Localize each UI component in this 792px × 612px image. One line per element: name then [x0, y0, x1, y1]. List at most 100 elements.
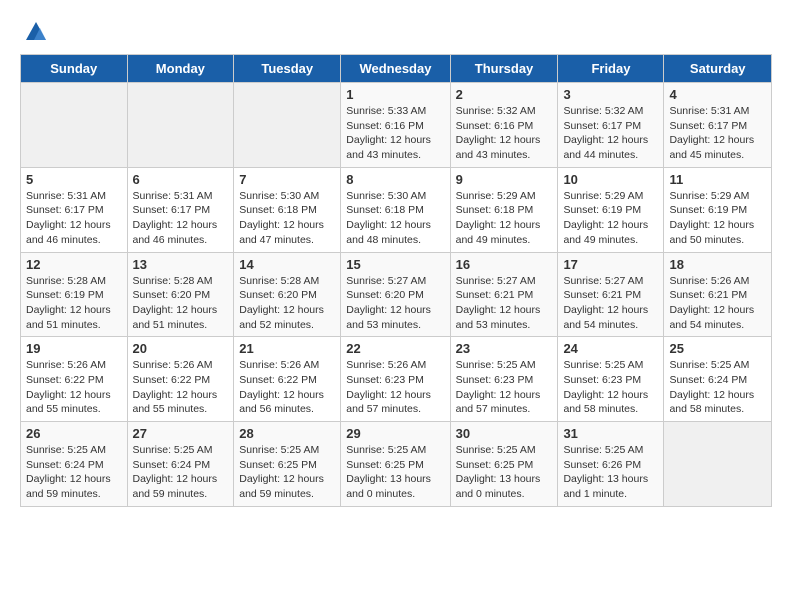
day-info: Sunrise: 5:29 AM Sunset: 6:19 PM Dayligh… [563, 189, 658, 248]
calendar-cell: 29Sunrise: 5:25 AM Sunset: 6:25 PM Dayli… [341, 422, 450, 507]
day-number: 30 [456, 426, 553, 441]
day-number: 26 [26, 426, 122, 441]
day-number: 11 [669, 172, 766, 187]
calendar-cell: 16Sunrise: 5:27 AM Sunset: 6:21 PM Dayli… [450, 252, 558, 337]
calendar-cell: 26 Sunrise: 5:25 AM Sunset: 6:24 PM Dayli… [21, 422, 128, 507]
calendar-cell: 20 Sunrise: 5:26 AM Sunset: 6:22 PM Dayli… [127, 337, 234, 422]
day-number: 20 [133, 341, 229, 356]
calendar-cell: 22 Sunrise: 5:26 AM Sunset: 6:23 PM Dayli… [341, 337, 450, 422]
day-number: 18 [669, 257, 766, 272]
day-number: 6 [133, 172, 229, 187]
day-info: Sunrise: 5:25 AM Sunset: 6:24 PM Dayligh… [133, 443, 229, 502]
day-number: 19 [26, 341, 122, 356]
calendar-cell: 10 Sunrise: 5:29 AM Sunset: 6:19 PM Dayli… [558, 167, 664, 252]
calendar-cell: 30 Sunrise: 5:25 AM Sunset: 6:25 PM Dayli… [450, 422, 558, 507]
calendar-cell: 6 Sunrise: 5:31 AM Sunset: 6:17 PM Daylig… [127, 167, 234, 252]
day-number: 29 [346, 426, 444, 441]
calendar-week-row: 19 Sunrise: 5:26 AM Sunset: 6:22 PM Dayli… [21, 337, 772, 422]
calendar-cell: 9 Sunrise: 5:29 AM Sunset: 6:18 PM Daylig… [450, 167, 558, 252]
day-info: Sunrise: 5:25 AM Sunset: 6:25 PM Dayligh… [239, 443, 335, 502]
day-number: 28 [239, 426, 335, 441]
day-info: Sunrise: 5:29 AM Sunset: 6:19 PM Dayligh… [669, 189, 766, 248]
calendar-header-wednesday: Wednesday [341, 55, 450, 83]
day-number: 4 [669, 87, 766, 102]
day-info: Sunrise: 5:25 AM Sunset: 6:23 PM Dayligh… [563, 358, 658, 417]
day-info: Sunrise: 5:26 AM Sunset: 6:23 PM Dayligh… [346, 358, 444, 417]
day-info: Sunrise: 5:29 AM Sunset: 6:18 PM Dayligh… [456, 189, 553, 248]
calendar-header-thursday: Thursday [450, 55, 558, 83]
day-info: Sunrise: 5:26 AM Sunset: 6:22 PM Dayligh… [239, 358, 335, 417]
day-info: Sunrise: 5:28 AM Sunset: 6:20 PM Dayligh… [239, 274, 335, 333]
day-number: 21 [239, 341, 335, 356]
calendar-cell: 15 Sunrise: 5:27 AM Sunset: 6:20 PM Dayli… [341, 252, 450, 337]
day-number: 31 [563, 426, 658, 441]
day-info: Sunrise: 5:30 AM Sunset: 6:18 PM Dayligh… [239, 189, 335, 248]
calendar-cell: 2 Sunrise: 5:32 AM Sunset: 6:16 PM Daylig… [450, 83, 558, 168]
calendar-cell: 13 Sunrise: 5:28 AM Sunset: 6:20 PM Dayli… [127, 252, 234, 337]
day-info: Sunrise: 5:33 AM Sunset: 6:16 PM Dayligh… [346, 104, 444, 163]
day-info: Sunrise: 5:28 AM Sunset: 6:20 PM Dayligh… [133, 274, 229, 333]
day-number: 2 [456, 87, 553, 102]
day-number: 8 [346, 172, 444, 187]
calendar-cell [21, 83, 128, 168]
day-number: 15 [346, 257, 444, 272]
day-number: 24 [563, 341, 658, 356]
day-info: Sunrise: 5:31 AM Sunset: 6:17 PM Dayligh… [669, 104, 766, 163]
calendar-cell: 23 Sunrise: 5:25 AM Sunset: 6:23 PM Dayli… [450, 337, 558, 422]
day-info: Sunrise: 5:27 AM Sunset: 6:20 PM Dayligh… [346, 274, 444, 333]
calendar-week-row: 5 Sunrise: 5:31 AM Sunset: 6:17 PM Daylig… [21, 167, 772, 252]
calendar-cell: 17Sunrise: 5:27 AM Sunset: 6:21 PM Dayli… [558, 252, 664, 337]
day-info: Sunrise: 5:25 AM Sunset: 6:24 PM Dayligh… [26, 443, 122, 502]
day-number: 22 [346, 341, 444, 356]
logo-icon [24, 20, 48, 44]
day-info: Sunrise: 5:25 AM Sunset: 6:23 PM Dayligh… [456, 358, 553, 417]
day-info: Sunrise: 5:30 AM Sunset: 6:18 PM Dayligh… [346, 189, 444, 248]
calendar-header-row: SundayMondayTuesdayWednesdayThursdayFrid… [21, 55, 772, 83]
calendar-week-row: 1 Sunrise: 5:33 AM Sunset: 6:16 PM Daylig… [21, 83, 772, 168]
logo [20, 20, 48, 44]
calendar-header-friday: Friday [558, 55, 664, 83]
calendar-cell: 21 Sunrise: 5:26 AM Sunset: 6:22 PM Dayli… [234, 337, 341, 422]
day-number: 9 [456, 172, 553, 187]
day-number: 13 [133, 257, 229, 272]
day-info: Sunrise: 5:26 AM Sunset: 6:22 PM Dayligh… [133, 358, 229, 417]
calendar-cell: 14 Sunrise: 5:28 AM Sunset: 6:20 PM Dayli… [234, 252, 341, 337]
calendar-header-saturday: Saturday [664, 55, 772, 83]
day-info: Sunrise: 5:25 AM Sunset: 6:25 PM Dayligh… [456, 443, 553, 502]
day-number: 10 [563, 172, 658, 187]
day-number: 12 [26, 257, 122, 272]
calendar-cell: 12 Sunrise: 5:28 AM Sunset: 6:19 PM Dayli… [21, 252, 128, 337]
day-info: Sunrise: 5:28 AM Sunset: 6:19 PM Dayligh… [26, 274, 122, 333]
day-info: Sunrise: 5:32 AM Sunset: 6:17 PM Dayligh… [563, 104, 658, 163]
calendar-week-row: 12 Sunrise: 5:28 AM Sunset: 6:19 PM Dayli… [21, 252, 772, 337]
day-number: 17 [563, 257, 658, 272]
day-number: 7 [239, 172, 335, 187]
calendar-cell: 11 Sunrise: 5:29 AM Sunset: 6:19 PM Dayli… [664, 167, 772, 252]
day-info: Sunrise: 5:26 AM Sunset: 6:22 PM Dayligh… [26, 358, 122, 417]
calendar-cell: 25Sunrise: 5:25 AM Sunset: 6:24 PM Dayli… [664, 337, 772, 422]
calendar-cell: 19 Sunrise: 5:26 AM Sunset: 6:22 PM Dayli… [21, 337, 128, 422]
day-number: 1 [346, 87, 444, 102]
calendar-cell: 31Sunrise: 5:25 AM Sunset: 6:26 PM Dayli… [558, 422, 664, 507]
day-number: 27 [133, 426, 229, 441]
calendar-table: SundayMondayTuesdayWednesdayThursdayFrid… [20, 54, 772, 507]
day-number: 16 [456, 257, 553, 272]
calendar-cell: 3 Sunrise: 5:32 AM Sunset: 6:17 PM Daylig… [558, 83, 664, 168]
calendar-cell: 1 Sunrise: 5:33 AM Sunset: 6:16 PM Daylig… [341, 83, 450, 168]
calendar-cell: 24 Sunrise: 5:25 AM Sunset: 6:23 PM Dayli… [558, 337, 664, 422]
calendar-cell [664, 422, 772, 507]
day-number: 23 [456, 341, 553, 356]
calendar-header-tuesday: Tuesday [234, 55, 341, 83]
calendar-cell: 8 Sunrise: 5:30 AM Sunset: 6:18 PM Daylig… [341, 167, 450, 252]
day-number: 5 [26, 172, 122, 187]
day-info: Sunrise: 5:31 AM Sunset: 6:17 PM Dayligh… [26, 189, 122, 248]
day-info: Sunrise: 5:31 AM Sunset: 6:17 PM Dayligh… [133, 189, 229, 248]
day-number: 3 [563, 87, 658, 102]
calendar-cell: 5 Sunrise: 5:31 AM Sunset: 6:17 PM Daylig… [21, 167, 128, 252]
day-info: Sunrise: 5:26 AM Sunset: 6:21 PM Dayligh… [669, 274, 766, 333]
calendar-cell: 18 Sunrise: 5:26 AM Sunset: 6:21 PM Dayli… [664, 252, 772, 337]
calendar-week-row: 26 Sunrise: 5:25 AM Sunset: 6:24 PM Dayli… [21, 422, 772, 507]
calendar-cell [234, 83, 341, 168]
day-number: 14 [239, 257, 335, 272]
day-info: Sunrise: 5:32 AM Sunset: 6:16 PM Dayligh… [456, 104, 553, 163]
